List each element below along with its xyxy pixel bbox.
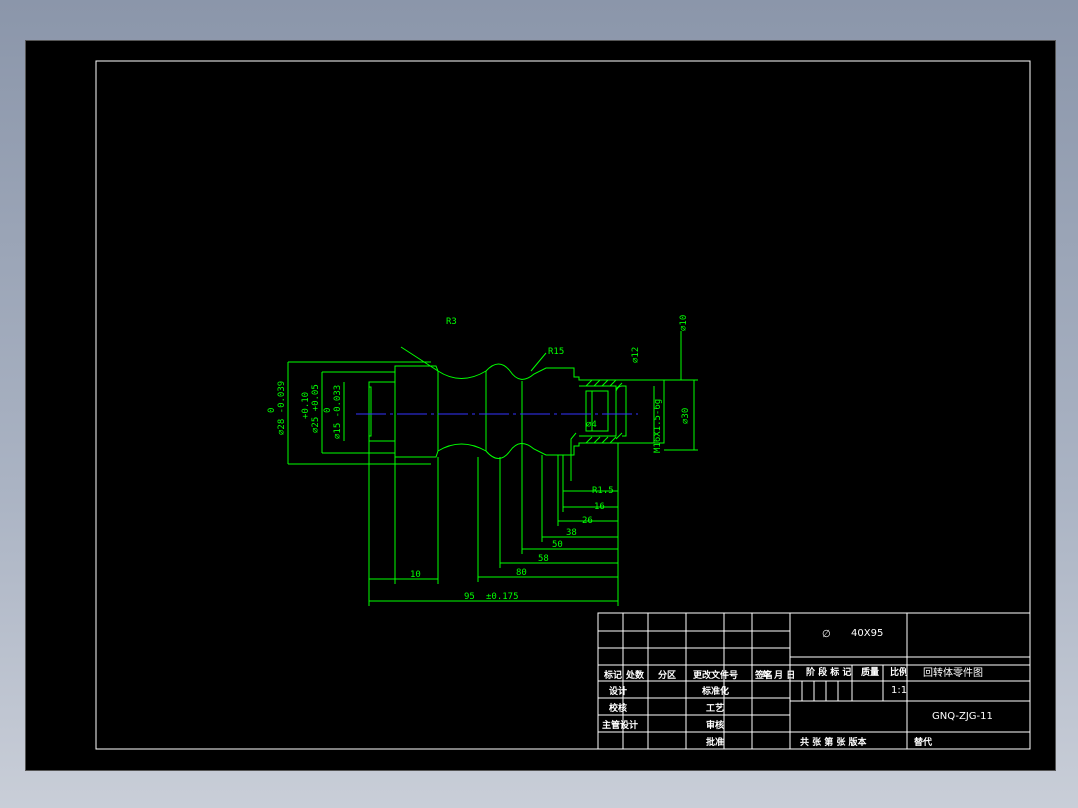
svg-text:质量: 质量 bbox=[861, 666, 879, 678]
svg-text:0: 0 bbox=[267, 408, 277, 413]
svg-text:校核: 校核 bbox=[609, 702, 627, 714]
svg-text:阶 段 标 记: 阶 段 标 记 bbox=[806, 666, 851, 678]
svg-text:∅15 -0.033: ∅15 -0.033 bbox=[333, 385, 343, 439]
svg-text:16: 16 bbox=[594, 502, 605, 512]
svg-text:∅12: ∅12 bbox=[631, 347, 641, 363]
cad-viewport[interactable]: R3 R15 ∅12 ∅10 ∅30 ∅28 -0.039 0 ∅25 +0.0… bbox=[25, 40, 1056, 771]
svg-text:标记: 标记 bbox=[603, 669, 622, 681]
svg-text:R1.5: R1.5 bbox=[592, 486, 614, 496]
svg-text:替代: 替代 bbox=[914, 736, 932, 748]
svg-text:更改文件号: 更改文件号 bbox=[693, 669, 738, 681]
svg-text:95: 95 bbox=[464, 592, 475, 602]
svg-text:工艺: 工艺 bbox=[706, 702, 724, 714]
svg-text:比例: 比例 bbox=[890, 666, 908, 678]
svg-text:26: 26 bbox=[582, 516, 593, 526]
svg-text:10: 10 bbox=[410, 570, 421, 580]
svg-text:R15: R15 bbox=[548, 347, 564, 357]
svg-text:标准化: 标准化 bbox=[701, 685, 729, 697]
svg-text:M16X1.5-6g: M16X1.5-6g bbox=[653, 399, 663, 453]
title-block bbox=[597, 612, 1031, 750]
dimensions bbox=[287, 331, 698, 606]
svg-text:主管设计: 主管设计 bbox=[602, 719, 638, 731]
svg-text:0: 0 bbox=[323, 408, 333, 413]
svg-text:∅10: ∅10 bbox=[679, 315, 689, 331]
svg-text:38: 38 bbox=[566, 528, 577, 538]
svg-text:40X95: 40X95 bbox=[851, 628, 883, 639]
svg-text:58: 58 bbox=[538, 554, 549, 564]
svg-text:∅28 -0.039: ∅28 -0.039 bbox=[277, 381, 287, 435]
svg-text:∅30: ∅30 bbox=[681, 408, 691, 424]
svg-text:批准: 批准 bbox=[706, 736, 724, 748]
svg-text:+0.10: +0.10 bbox=[301, 392, 311, 419]
drawing-canvas: R3 R15 ∅12 ∅10 ∅30 ∅28 -0.039 0 ∅25 +0.0… bbox=[95, 60, 1031, 750]
title-block-text: ∅ 40X95 标记 处数 分区 更改文件号 签名 年 月 日 阶 段 标 记 … bbox=[602, 628, 993, 748]
svg-text:年 月 日: 年 月 日 bbox=[762, 669, 795, 681]
svg-text:∅25 +0.05: ∅25 +0.05 bbox=[311, 384, 321, 433]
svg-text:GNQ-ZJG-11: GNQ-ZJG-11 bbox=[932, 711, 993, 722]
part-outline bbox=[368, 363, 665, 481]
svg-text:∅4: ∅4 bbox=[586, 420, 597, 430]
svg-text:50: 50 bbox=[552, 540, 563, 550]
svg-text:审核: 审核 bbox=[706, 719, 724, 731]
svg-text:设计: 设计 bbox=[609, 685, 627, 697]
svg-text:共 张 第 张 版本: 共 张 第 张 版本 bbox=[800, 736, 868, 748]
svg-text:1:1: 1:1 bbox=[891, 685, 907, 696]
svg-text:80: 80 bbox=[516, 568, 527, 578]
drawing-border bbox=[95, 60, 1031, 750]
svg-text:回转体零件图: 回转体零件图 bbox=[923, 666, 983, 679]
svg-text:∅: ∅ bbox=[822, 629, 831, 640]
svg-text:分区: 分区 bbox=[658, 669, 676, 681]
svg-text:R3: R3 bbox=[446, 317, 457, 327]
svg-text:处数: 处数 bbox=[625, 669, 645, 681]
svg-text:±0.175: ±0.175 bbox=[486, 592, 519, 602]
dimension-text: R3 R15 ∅12 ∅10 ∅30 ∅28 -0.039 0 ∅25 +0.0… bbox=[267, 315, 691, 602]
